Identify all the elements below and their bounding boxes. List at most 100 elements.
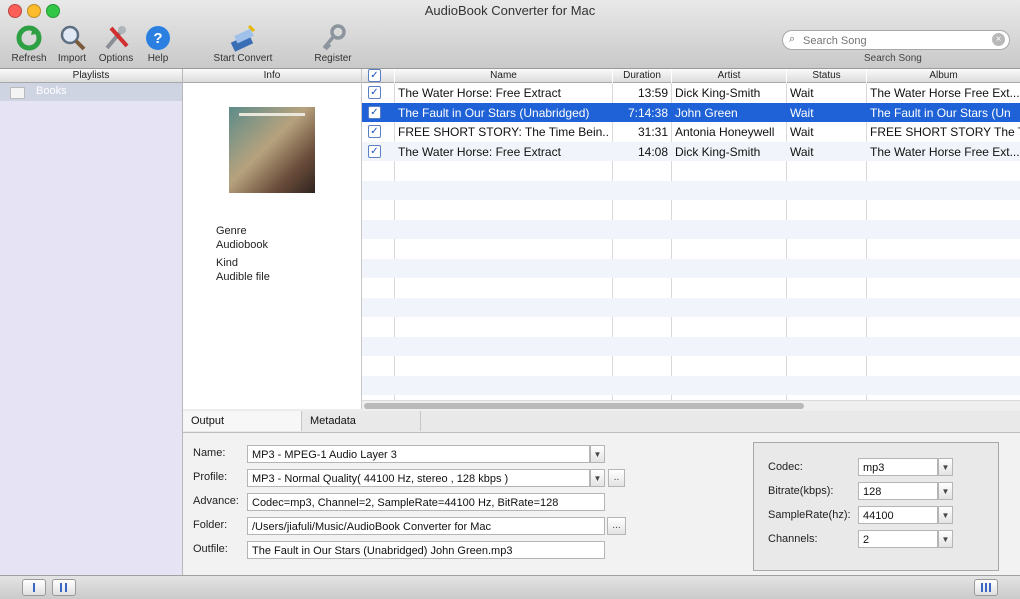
start-convert-label: Start Convert (213, 53, 273, 64)
row-checkbox[interactable]: ✓ (368, 86, 381, 99)
codec-settings-box: Codec: mp3 ▼ Bitrate(kbps): 128 ▼ Sample… (753, 442, 999, 571)
song-artist: Dick King-Smith (675, 145, 761, 159)
search-icon: ⌕ (789, 33, 796, 45)
folder-field[interactable]: /Users/jiafuli/Music/AudioBook Converter… (247, 517, 605, 535)
kind-label: Kind (216, 257, 239, 269)
search-input[interactable] (801, 32, 990, 49)
row-checkbox[interactable]: ✓ (368, 145, 381, 158)
scrollbar-thumb[interactable] (364, 403, 804, 409)
panel-toggle-icon (981, 583, 991, 592)
tab-metadata[interactable]: Metadata (302, 411, 421, 431)
song-status: Wait (790, 106, 814, 120)
song-name: The Water Horse: Free Extract (398, 145, 561, 159)
name-label: Name: (193, 447, 226, 459)
browse-folder-button[interactable]: ... (607, 517, 626, 535)
playlists-header: Playlists (0, 69, 182, 83)
profile-edit-button[interactable]: .. (608, 469, 625, 487)
show-output-button[interactable] (974, 579, 998, 596)
import-button[interactable]: Import (54, 24, 90, 64)
song-artist: John Green (675, 106, 738, 120)
folder-label: Folder: (193, 519, 228, 531)
bitrate-label: Bitrate(kbps): (768, 485, 834, 497)
song-status: Wait (790, 145, 814, 159)
name-select[interactable]: MP3 - MPEG-1 Audio Layer 3 (247, 445, 590, 463)
codec-select[interactable]: mp3 (858, 458, 938, 476)
album-column-header[interactable]: Album (867, 69, 1020, 83)
song-artist: Dick King-Smith (675, 86, 761, 100)
advance-field[interactable]: Codec=mp3, Channel=2, SampleRate=44100 H… (247, 493, 605, 511)
profile-dropdown-icon[interactable]: ▼ (590, 469, 605, 487)
row-checkbox[interactable]: ✓ (368, 106, 381, 119)
outfile-label: Outfile: (193, 543, 228, 555)
song-status: Wait (790, 125, 814, 139)
convert-icon (229, 24, 257, 52)
select-all-header[interactable]: ✓ (362, 69, 394, 83)
channels-select[interactable]: 2 (858, 530, 938, 548)
columns-icon (60, 583, 67, 592)
channels-label: Channels: (768, 533, 818, 545)
genre-label: Genre (216, 225, 247, 237)
options-button[interactable]: Options (96, 24, 136, 64)
name-dropdown-icon[interactable]: ▼ (590, 445, 605, 463)
sidebar-toggle-icon (33, 583, 35, 592)
options-label: Options (98, 53, 134, 64)
start-convert-button[interactable]: Start Convert (208, 24, 278, 64)
table-row-selected[interactable]: ✓ The Fault in Our Stars (Unabridged) 7:… (362, 103, 1020, 122)
refresh-icon (15, 24, 43, 52)
row-checkbox[interactable]: ✓ (368, 125, 381, 138)
song-name: The Water Horse: Free Extract (398, 86, 561, 100)
search-box: ⌕ × (782, 30, 1010, 50)
bitrate-dropdown-icon[interactable]: ▼ (938, 482, 953, 500)
magnifier-icon (58, 24, 86, 52)
refresh-label: Refresh (11, 53, 47, 64)
song-album: FREE SHORT STORY The T (870, 125, 1020, 139)
book-icon (10, 87, 25, 99)
duration-column-header[interactable]: Duration (613, 69, 671, 83)
profile-select[interactable]: MP3 - Normal Quality( 44100 Hz, stereo ,… (247, 469, 590, 487)
help-label: Help (147, 53, 169, 64)
help-icon: ? (144, 24, 172, 52)
sidebar-item-label: Books (36, 85, 67, 97)
tab-output[interactable]: Output (183, 411, 302, 431)
song-name: FREE SHORT STORY: The Time Bein... (398, 125, 610, 139)
kind-value: Audible file (216, 271, 270, 283)
channels-dropdown-icon[interactable]: ▼ (938, 530, 953, 548)
table-row[interactable]: ✓ FREE SHORT STORY: The Time Bein... 31:… (362, 122, 1020, 141)
output-panel: Name: MP3 - MPEG-1 Audio Layer 3 ▼ Profi… (183, 433, 1020, 575)
sidebar-item-books[interactable]: Books (0, 83, 182, 101)
samplerate-label: SampleRate(hz): (768, 509, 851, 521)
register-button[interactable]: Register (310, 24, 356, 64)
song-name: The Fault in Our Stars (Unabridged) (398, 106, 590, 120)
clear-search-icon[interactable]: × (992, 33, 1005, 46)
app-window: AudioBook Converter for Mac Refresh Impo… (0, 0, 1020, 599)
codec-dropdown-icon[interactable]: ▼ (938, 458, 953, 476)
info-panel: Info Genre Audiobook Kind Audible file (183, 69, 362, 409)
show-sidebar-button[interactable] (22, 579, 46, 596)
tools-icon (102, 24, 130, 52)
playlists-sidebar: Playlists Books (0, 69, 183, 575)
samplerate-select[interactable]: 44100 (858, 506, 938, 524)
genre-value: Audiobook (216, 239, 268, 251)
help-button[interactable]: ? Help (143, 24, 173, 64)
profile-label: Profile: (193, 471, 228, 483)
song-table: ✓ Name Duration Artist Status Album ✓ Th… (362, 69, 1020, 400)
register-label: Register (314, 53, 352, 64)
bitrate-select[interactable]: 128 (858, 482, 938, 500)
toolbar: AudioBook Converter for Mac Refresh Impo… (0, 0, 1020, 69)
table-row[interactable]: ✓ The Water Horse: Free Extract 13:59 Di… (362, 83, 1020, 102)
svg-text:?: ? (153, 30, 162, 47)
advance-label: Advance: (193, 495, 239, 507)
refresh-button[interactable]: Refresh (10, 24, 48, 64)
album-cover-image (229, 107, 315, 193)
show-info-button[interactable] (52, 579, 76, 596)
status-column-header[interactable]: Status (787, 69, 866, 83)
table-row[interactable]: ✓ The Water Horse: Free Extract 14:08 Di… (362, 142, 1020, 161)
status-bar (0, 575, 1020, 599)
samplerate-dropdown-icon[interactable]: ▼ (938, 506, 953, 524)
name-column-header[interactable]: Name (395, 69, 612, 83)
artist-column-header[interactable]: Artist (672, 69, 786, 83)
outfile-field[interactable]: The Fault in Our Stars (Unabridged) John… (247, 541, 605, 559)
song-duration: 13:59 (637, 86, 668, 100)
select-all-checkbox[interactable]: ✓ (368, 69, 381, 82)
song-album: The Water Horse Free Ext... (870, 86, 1020, 100)
